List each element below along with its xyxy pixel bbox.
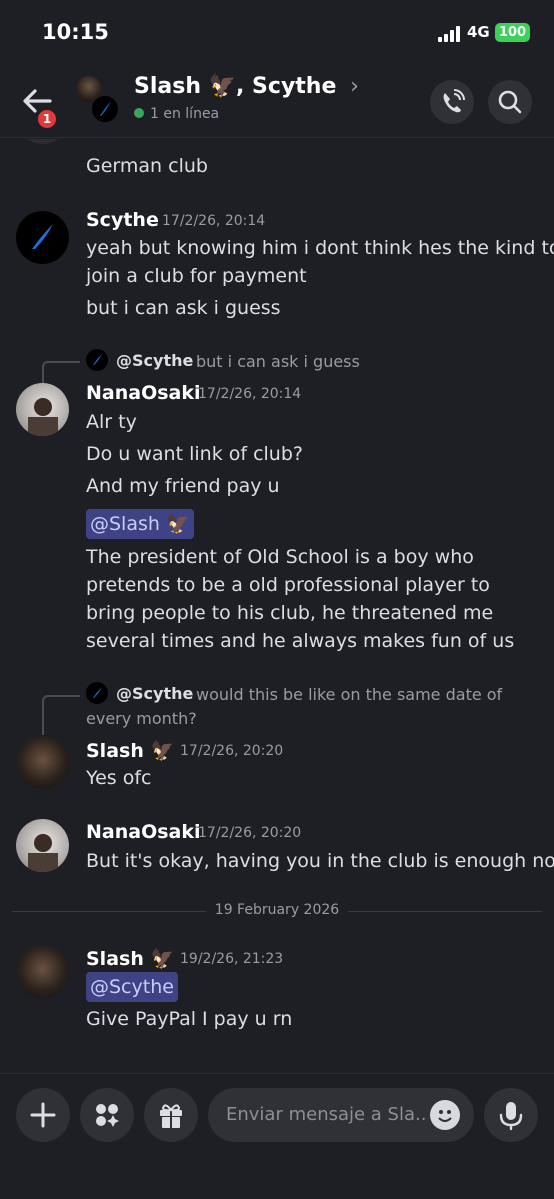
- emoji-button[interactable]: [430, 1100, 460, 1130]
- date-divider-label: 19 February 2026: [206, 902, 348, 918]
- message-text: German club: [86, 155, 208, 177]
- status-bar: 10:15 4G 100: [0, 0, 554, 64]
- message-text: And my friend pay u: [86, 475, 280, 497]
- message-list[interactable]: German club Scythe 17/2/26, 20:14 yeah b…: [0, 139, 554, 1073]
- avatar-slash[interactable]: [16, 736, 69, 789]
- chevron-right-icon: ›: [350, 74, 359, 99]
- chat-title[interactable]: Slash 🦅, Scythe ›: [134, 74, 359, 99]
- message-input-placeholder: Enviar mensaje a Sla..: [226, 1104, 427, 1125]
- apps-button[interactable]: [80, 1088, 134, 1142]
- plus-icon: [30, 1102, 56, 1128]
- author-name[interactable]: Scythe: [86, 209, 159, 231]
- reply-connector: [42, 695, 80, 735]
- microphone-icon: [499, 1102, 523, 1131]
- message-text: but i can ask i guess: [86, 297, 281, 319]
- timestamp: 17/2/26, 20:14: [198, 386, 302, 402]
- message-text: Do u want link of club?: [86, 443, 303, 465]
- chat-header: 1 Slash 🦅, Scythe › 1 en línea: [0, 64, 554, 138]
- reply-avatar: [86, 682, 108, 704]
- reply-avatar: [86, 349, 108, 371]
- phone-icon: [443, 89, 465, 113]
- avatar-nanaosaki[interactable]: [16, 383, 69, 436]
- message-text: Give PayPal I pay u rn: [86, 1008, 293, 1030]
- add-button[interactable]: [16, 1088, 70, 1142]
- clock: 10:15: [42, 20, 109, 44]
- battery-icon: 100: [495, 23, 530, 42]
- message-text: Yes ofc: [86, 767, 152, 789]
- gift-icon: [160, 1104, 182, 1128]
- reply-text[interactable]: would this be like on the same date of: [196, 685, 502, 704]
- author-name[interactable]: NanaOsaki: [86, 821, 201, 843]
- composer-bar: Enviar mensaje a Sla..: [0, 1073, 554, 1199]
- reply-text[interactable]: but i can ask i guess: [196, 352, 360, 371]
- reply-author[interactable]: @Scythe: [116, 684, 193, 703]
- timestamp: 17/2/26, 20:14: [162, 213, 266, 229]
- online-count: 1 en línea: [150, 106, 220, 122]
- online-dot-icon: [134, 108, 144, 118]
- timestamp: 19/2/26, 21:23: [180, 951, 284, 967]
- author-name[interactable]: Slash 🦅: [86, 947, 174, 970]
- message-text: Alr ty: [86, 411, 137, 433]
- reply-text[interactable]: every month?: [86, 709, 197, 728]
- message-text: join a club for payment: [86, 265, 307, 287]
- avatar-nanaosaki[interactable]: [16, 819, 69, 872]
- voice-button[interactable]: [484, 1088, 538, 1142]
- avatar-photo: [28, 398, 58, 436]
- timestamp: 17/2/26, 20:20: [198, 825, 302, 841]
- timestamp: 17/2/26, 20:20: [180, 743, 284, 759]
- author-name[interactable]: NanaOsaki: [86, 382, 201, 404]
- avatar-photo: [28, 834, 58, 872]
- online-status: 1 en línea: [134, 106, 219, 122]
- avatar: [16, 139, 69, 144]
- message-text: The president of Old School is a boy who…: [86, 546, 515, 652]
- search-icon: [498, 90, 522, 114]
- network-type: 4G: [467, 23, 490, 41]
- search-button[interactable]: [488, 80, 532, 124]
- feather-icon: [93, 687, 102, 698]
- signal-icon: [438, 26, 460, 42]
- feather-icon: [100, 101, 111, 116]
- group-avatar-scythe: [90, 94, 120, 124]
- feather-icon: [32, 224, 53, 249]
- mention-scythe[interactable]: @Scythe: [86, 972, 178, 1002]
- author-name[interactable]: Slash 🦅: [86, 739, 174, 762]
- gift-button[interactable]: [144, 1088, 198, 1142]
- feather-icon: [93, 354, 102, 365]
- message-text: yeah but knowing him i dont think hes th…: [86, 237, 554, 259]
- avatar-scythe[interactable]: [16, 211, 69, 264]
- unread-badge: 1: [36, 108, 58, 130]
- chat-title-text: Slash 🦅, Scythe: [134, 74, 337, 99]
- reply-connector: [42, 361, 80, 383]
- mention-slash[interactable]: @Slash 🦅: [86, 509, 194, 539]
- apps-icon: [96, 1104, 119, 1127]
- message-text: But it's okay, having you in the club is…: [86, 850, 554, 872]
- reply-author[interactable]: @Scythe: [116, 351, 193, 370]
- emoji-icon: [438, 1110, 452, 1122]
- call-button[interactable]: [430, 80, 474, 124]
- message-input[interactable]: Enviar mensaje a Sla..: [208, 1088, 474, 1142]
- avatar-slash[interactable]: [16, 945, 69, 998]
